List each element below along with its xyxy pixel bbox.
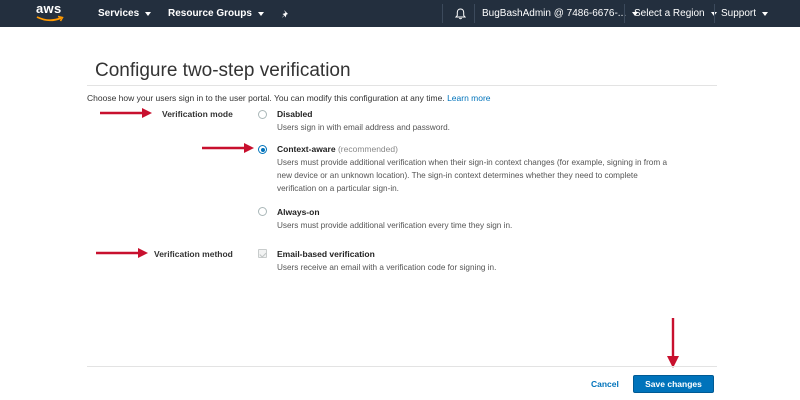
intro-text: Choose how your users sign in to the use… — [87, 93, 491, 103]
region-menu[interactable]: Select a Region — [634, 0, 717, 27]
option-context-aware-desc-line-2: new device or an unknown location). The … — [277, 171, 638, 180]
annotation-arrow-icon — [100, 108, 152, 118]
save-changes-button[interactable]: Save changes — [633, 375, 714, 393]
radio-always-on[interactable] — [258, 207, 267, 216]
radio-context-aware[interactable] — [258, 145, 267, 154]
option-always-on-name: Always-on — [277, 207, 320, 217]
chevron-down-icon — [257, 11, 264, 16]
annotation-arrow-icon — [202, 143, 254, 153]
chevron-down-icon — [145, 11, 152, 16]
recommended-tag: (recommended) — [337, 144, 398, 154]
account-menu[interactable]: BugBashAdmin @ 7486-6676-... — [482, 0, 639, 27]
bell-icon — [455, 7, 466, 19]
option-context-aware-name: Context-aware — [277, 144, 336, 154]
cancel-button[interactable]: Cancel — [591, 379, 619, 389]
page-title: Configure two-step verification — [95, 60, 351, 81]
services-menu[interactable]: Services — [98, 0, 152, 27]
option-disabled-title: Disabled — [277, 109, 312, 119]
region-label: Select a Region — [634, 8, 705, 19]
annotation-arrow-icon — [96, 248, 148, 258]
support-label: Support — [721, 8, 757, 19]
annotation-arrow-down-icon — [667, 318, 679, 368]
pin-button[interactable] — [281, 0, 291, 27]
email-verification-desc: Users receive an email with a verificati… — [277, 263, 497, 272]
chevron-down-icon — [762, 11, 769, 16]
verification-mode-label: Verification mode — [162, 109, 233, 119]
title-divider — [87, 85, 717, 86]
footer-divider — [87, 366, 717, 367]
services-label: Services — [98, 8, 140, 19]
option-always-on-title: Always-on — [277, 207, 320, 217]
aws-logo[interactable]: aws — [36, 2, 68, 24]
nav-divider — [714, 4, 715, 23]
option-disabled-desc: Users sign in with email address and pas… — [277, 123, 450, 132]
email-verification-checkbox[interactable] — [258, 249, 267, 258]
resource-groups-label: Resource Groups — [168, 8, 252, 19]
email-verification-title: Email-based verification — [277, 249, 375, 259]
nav-divider — [474, 4, 475, 23]
support-menu[interactable]: Support — [721, 0, 769, 27]
notifications-button[interactable] — [455, 0, 466, 27]
aws-smile-icon — [36, 15, 64, 22]
radio-disabled[interactable] — [258, 110, 267, 119]
option-disabled-name: Disabled — [277, 109, 313, 119]
option-context-aware-desc-line-1: Users must provide additional verificati… — [277, 158, 668, 167]
pin-icon — [282, 9, 288, 17]
intro-sentence: Choose how your users sign in to the use… — [87, 93, 445, 103]
learn-more-link[interactable]: Learn more — [447, 93, 490, 103]
nav-divider — [624, 4, 625, 23]
top-navigation-bar: aws Services Resource Groups BugBashAdmi… — [0, 0, 800, 27]
option-always-on-desc: Users must provide additional verificati… — [277, 221, 513, 230]
nav-divider — [442, 4, 443, 23]
option-context-aware-desc-line-3: verification on a particular sign-in. — [277, 184, 399, 193]
verification-method-label: Verification method — [154, 249, 233, 259]
resource-groups-menu[interactable]: Resource Groups — [168, 0, 264, 27]
option-context-aware-title: Context-aware (recommended) — [277, 144, 398, 154]
aws-logo-text: aws — [36, 1, 62, 16]
account-label: BugBashAdmin @ 7486-6676-... — [482, 8, 627, 19]
